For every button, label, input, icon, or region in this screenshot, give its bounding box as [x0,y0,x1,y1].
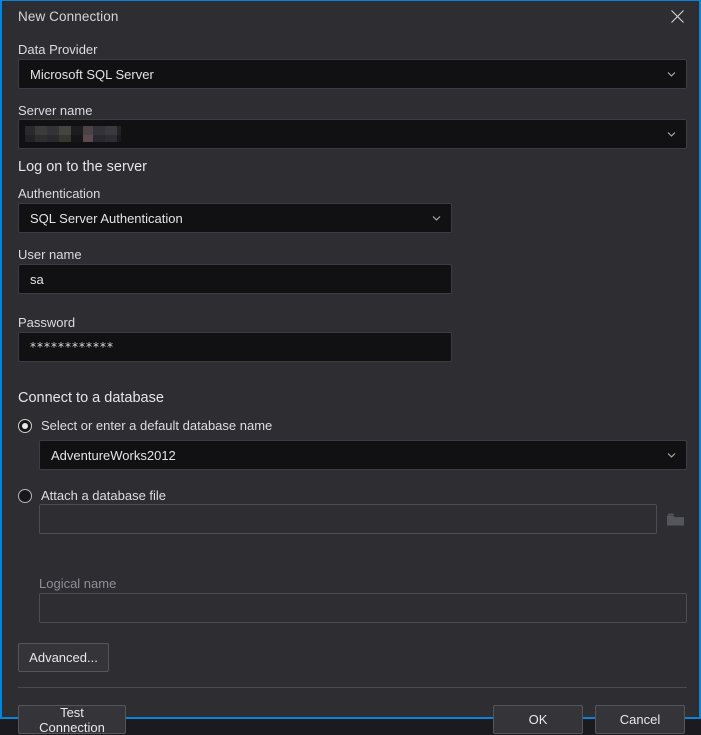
password-label: Password [18,316,75,329]
title-bar: New Connection [2,1,699,32]
dialog-body: Data Provider Microsoft SQL Server Serve… [2,32,699,717]
cancel-button[interactable]: Cancel [595,705,685,734]
data-provider-value: Microsoft SQL Server [19,67,154,82]
chevron-down-icon [432,214,441,223]
authentication-label: Authentication [18,187,100,200]
radio-selected-icon [18,419,32,433]
data-provider-combobox[interactable]: Microsoft SQL Server [18,59,687,89]
logical-name-input[interactable] [39,593,687,623]
user-name-value: sa [19,272,44,287]
radio-default-database-name[interactable]: Select or enter a default database name [18,418,272,433]
folder-icon[interactable] [664,509,686,529]
chevron-down-icon [667,70,676,79]
database-name-combobox[interactable]: AdventureWorks2012 [39,440,687,470]
advanced-button[interactable]: Advanced... [18,643,109,672]
server-name-label: Server name [18,104,92,117]
user-name-input[interactable]: sa [18,264,452,294]
ok-button[interactable]: OK [493,705,583,734]
new-connection-dialog: New Connection Data Provider Microsoft S… [0,0,701,719]
password-value: ************ [19,340,114,354]
close-icon[interactable] [655,1,699,32]
database-file-path-input[interactable] [39,504,657,534]
logon-section-heading: Log on to the server [18,160,147,175]
radio-default-database-label: Select or enter a default database name [41,418,272,433]
database-section-heading: Connect to a database [18,391,164,406]
dialog-title: New Connection [18,9,118,24]
test-connection-button[interactable]: Test Connection [18,705,126,734]
server-name-combobox[interactable] [18,119,687,149]
database-name-value: AdventureWorks2012 [40,448,176,463]
server-name-redacted-value [25,126,121,142]
authentication-combobox[interactable]: SQL Server Authentication [18,203,452,233]
user-name-label: User name [18,248,82,261]
authentication-value: SQL Server Authentication [19,211,183,226]
logical-name-label: Logical name [39,577,116,590]
chevron-down-icon [667,130,676,139]
chevron-down-icon [667,451,676,460]
data-provider-label: Data Provider [18,43,97,56]
password-input[interactable]: ************ [18,332,452,362]
radio-attach-database-file[interactable]: Attach a database file [18,488,166,503]
footer-divider [18,687,687,688]
radio-unselected-icon [18,489,32,503]
radio-attach-file-label: Attach a database file [41,488,166,503]
